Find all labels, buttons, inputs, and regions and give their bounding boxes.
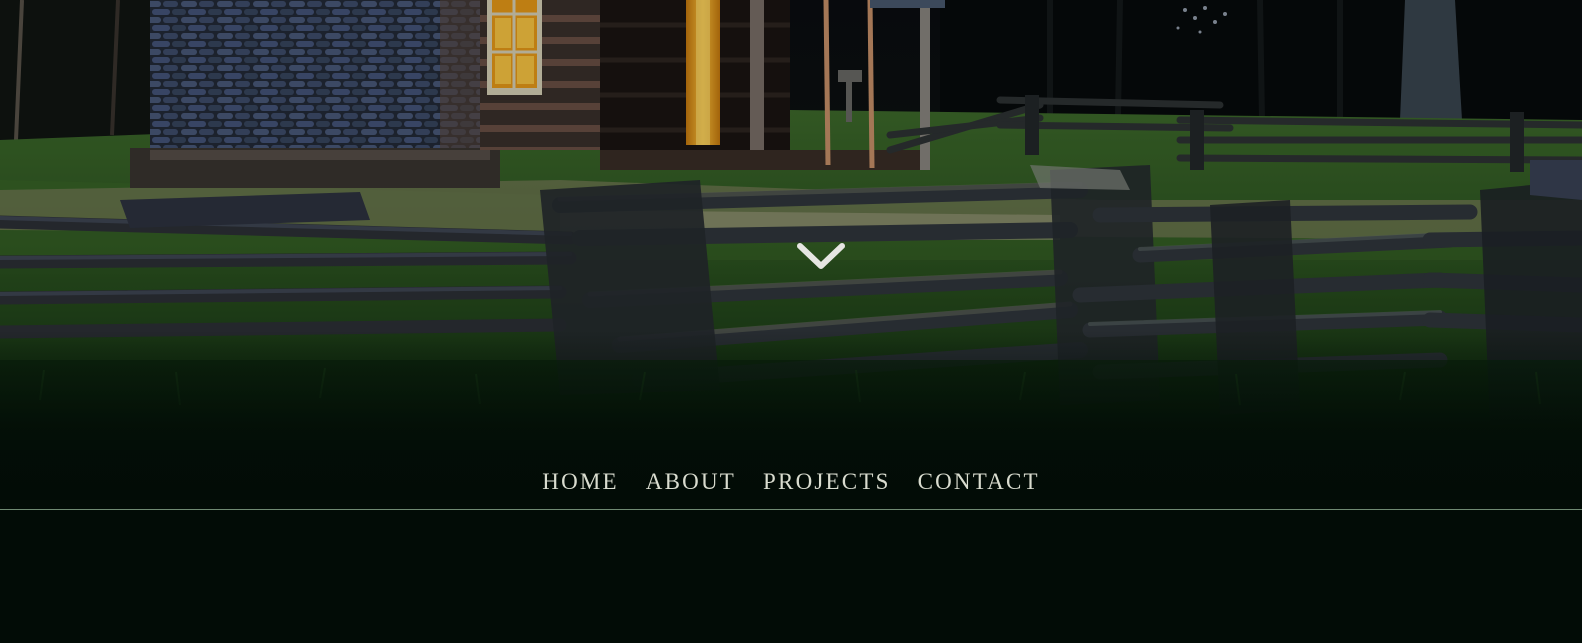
main-navigation: HOME ABOUT PROJECTS CONTACT (0, 452, 1582, 510)
nav-link-about[interactable]: ABOUT (646, 467, 736, 495)
chevron-down-icon[interactable] (795, 240, 847, 274)
hero-cabin-fence-illustration (0, 0, 1582, 510)
hero-image (0, 0, 1582, 510)
nav-link-contact[interactable]: CONTACT (918, 467, 1040, 495)
nav-link-projects[interactable]: PROJECTS (763, 467, 891, 495)
page: HOME ABOUT PROJECTS CONTACT (0, 0, 1582, 643)
content-area (0, 510, 1582, 643)
nav-link-home[interactable]: HOME (542, 467, 619, 495)
